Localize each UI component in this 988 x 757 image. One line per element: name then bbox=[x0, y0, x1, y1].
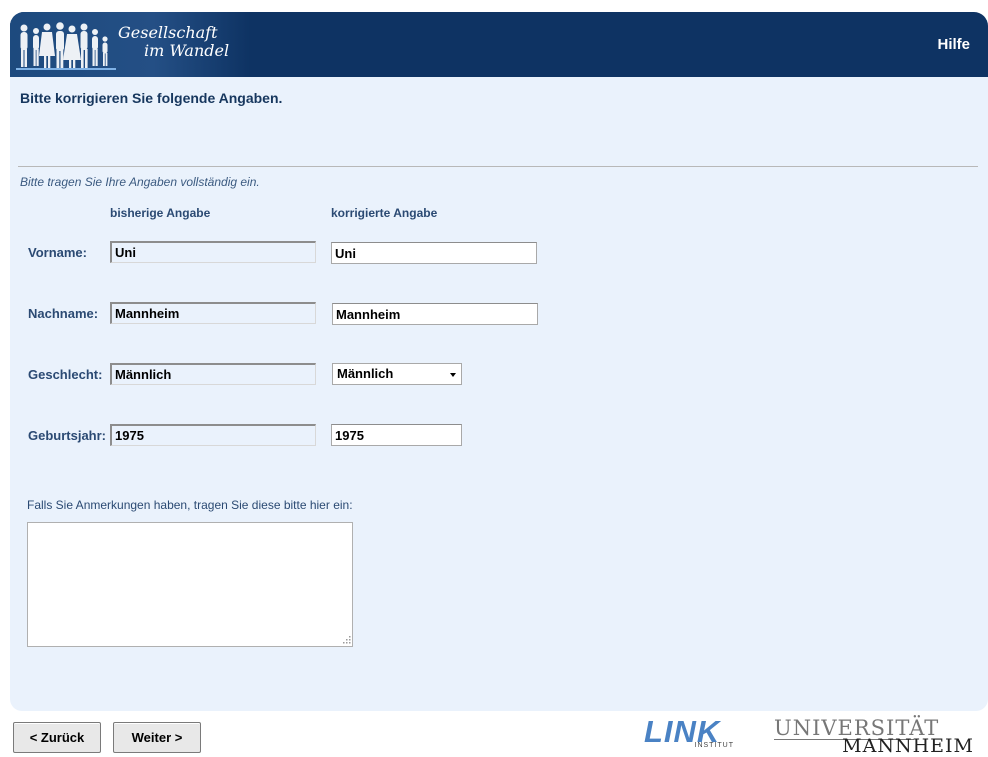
previous-birth-year: 1975 bbox=[110, 424, 316, 446]
people-silhouettes-icon bbox=[16, 22, 116, 70]
first-name-input[interactable] bbox=[331, 242, 537, 264]
label-gender: Geschlecht: bbox=[28, 367, 103, 382]
column-header-corrected: korrigierte Angabe bbox=[331, 206, 438, 220]
label-birth-year: Geburtsjahr: bbox=[28, 428, 107, 443]
gender-select[interactable]: Männlich bbox=[332, 363, 462, 385]
uni-logo-line-2: MANNHEIM bbox=[842, 735, 974, 757]
logo-text: Gesellschaft im Wandel bbox=[118, 24, 229, 60]
instruction-text: Bitte tragen Sie Ihre Angaben vollständi… bbox=[20, 175, 260, 189]
birth-year-input[interactable] bbox=[331, 424, 462, 446]
column-header-previous: bisherige Angabe bbox=[110, 206, 211, 220]
remarks-textarea[interactable] bbox=[27, 522, 353, 647]
previous-gender: Männlich bbox=[110, 363, 316, 385]
previous-first-name: Uni bbox=[110, 241, 316, 263]
link-logo-subtitle: INSTITUT bbox=[694, 742, 734, 749]
label-first-name: Vorname: bbox=[28, 245, 87, 260]
chevron-down-icon bbox=[450, 373, 456, 377]
link-institut-logo: LINK INSTITUT bbox=[644, 716, 736, 753]
last-name-input[interactable] bbox=[332, 303, 538, 325]
help-link[interactable]: Hilfe bbox=[937, 36, 970, 53]
logo-line-1: Gesellschaft bbox=[118, 23, 218, 42]
remarks-label: Falls Sie Anmerkungen haben, tragen Sie … bbox=[27, 498, 353, 512]
university-mannheim-logo: UNIVERSITÄT MANNHEIM bbox=[770, 716, 980, 757]
divider bbox=[18, 166, 978, 167]
logo-banner: Gesellschaft im Wandel bbox=[10, 12, 250, 77]
next-button[interactable]: Weiter > bbox=[113, 722, 201, 753]
label-last-name: Nachname: bbox=[28, 306, 99, 321]
form-panel: Bitte korrigieren Sie folgende Angaben. … bbox=[10, 77, 988, 711]
resize-grip-icon[interactable] bbox=[343, 636, 351, 644]
site-header: Gesellschaft im Wandel Hilfe bbox=[10, 12, 988, 77]
gender-select-value: Männlich bbox=[337, 366, 394, 381]
page-heading: Bitte korrigieren Sie folgende Angaben. bbox=[20, 90, 283, 106]
previous-last-name: Mannheim bbox=[110, 302, 316, 324]
back-button[interactable]: < Zurück bbox=[13, 722, 101, 753]
logo-line-2: im Wandel bbox=[144, 41, 230, 60]
